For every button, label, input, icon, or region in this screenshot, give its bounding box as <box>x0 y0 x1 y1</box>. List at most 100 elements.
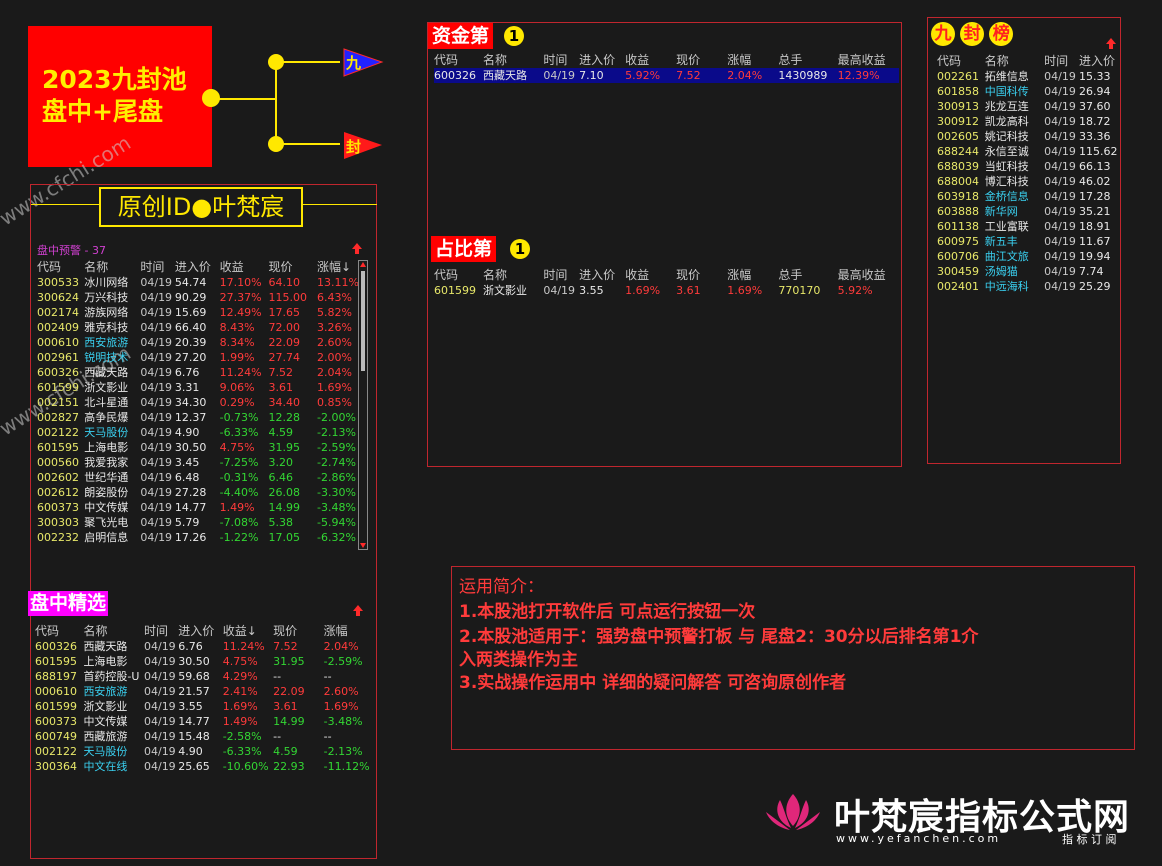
table-row[interactable]: 600326 西藏天路 04/19 6.76 11.24% 7.52 2.04% <box>35 639 370 654</box>
stock-code: 600975 <box>937 235 979 248</box>
column-header[interactable]: 时间 <box>144 624 178 639</box>
table-row[interactable]: 600749 西藏旅游 04/19 15.48 -2.58% -- -- <box>35 729 370 744</box>
column-header[interactable]: 进入价 <box>178 624 222 639</box>
table-row[interactable]: 601595 上海电影 04/19 30.50 4.75% 31.95 -2.59% <box>35 654 370 669</box>
capital-title: 资金第 <box>432 25 490 47</box>
flag-bottom-label: 封 <box>346 138 362 156</box>
stock-code: 600749 <box>35 730 77 743</box>
column-header[interactable]: 时间 <box>1044 54 1079 69</box>
column-header[interactable]: 涨幅↓ <box>317 260 359 275</box>
change-pct: 2.04% <box>317 366 352 379</box>
column-header[interactable]: 名称 <box>83 624 144 639</box>
table-row[interactable]: 603888 新华网 04/19 35.21 <box>937 204 1119 219</box>
table-row[interactable]: 300364 中文在线 04/19 25.65 -10.60% 22.93 -11.12% <box>35 759 370 774</box>
table-row[interactable]: 688197 首药控股-U 04/19 59.68 4.29% -- -- <box>35 669 370 684</box>
table-row[interactable]: 688004 博汇科技 04/19 46.02 <box>937 174 1119 189</box>
table-row[interactable]: 300912 凯龙高科 04/19 18.72 <box>937 114 1119 129</box>
table-row[interactable]: 002232 启明信息 04/19 17.26 -1.22% 17.05 -6.32% <box>37 530 359 545</box>
table-row[interactable]: 300459 汤姆猫 04/19 7.74 <box>937 264 1119 279</box>
column-header[interactable]: 总手 <box>778 53 837 68</box>
column-header[interactable]: 时间 <box>543 268 579 283</box>
column-header[interactable]: 总手 <box>778 268 837 283</box>
creator-banner-text: 原创ID●叶梵宸 <box>117 193 285 221</box>
column-header[interactable]: 收益 <box>625 53 676 68</box>
column-header[interactable]: 收益 <box>625 268 676 283</box>
table-row[interactable]: 600326 西藏天路 04/19 7.10 5.92% 7.52 2.04% 1430989… <box>434 68 899 83</box>
table-row[interactable]: 002151 北斗星通 04/19 34.30 0.29% 34.40 0.85% <box>37 395 359 410</box>
scroll-thumb[interactable] <box>361 271 365 371</box>
column-header[interactable]: 进入价 <box>175 260 220 275</box>
table-row[interactable]: 000610 西安旅游 04/19 20.39 8.34% 22.09 2.60% <box>37 335 359 350</box>
change-pct: -11.12% <box>323 760 370 773</box>
column-header[interactable]: 代码 <box>434 53 483 68</box>
sort-up-icon[interactable] <box>353 605 363 617</box>
scrollbar[interactable] <box>358 260 368 550</box>
sort-up-icon[interactable] <box>352 243 362 255</box>
table-row[interactable]: 600373 中文传媒 04/19 14.77 1.49% 14.99 -3.48% <box>37 500 359 515</box>
column-header[interactable]: 进入价 <box>579 53 625 68</box>
table-row[interactable]: 601595 上海电影 04/19 30.50 4.75% 31.95 -2.59% <box>37 440 359 455</box>
table-row[interactable]: 600373 中文传媒 04/19 14.77 1.49% 14.99 -3.48% <box>35 714 370 729</box>
table-row[interactable]: 002409 雅克科技 04/19 66.40 8.43% 72.00 3.26% <box>37 320 359 335</box>
column-header[interactable]: 代码 <box>937 54 985 69</box>
column-header[interactable]: 代码 <box>37 260 84 275</box>
table-row[interactable]: 300624 万兴科技 04/19 90.29 27.37% 115.00 6.43% <box>37 290 359 305</box>
table-row[interactable]: 688039 当虹科技 04/19 66.13 <box>937 159 1119 174</box>
column-header[interactable]: 涨幅 <box>324 624 370 639</box>
table-row[interactable]: 002827 高争民爆 04/19 12.37 -0.73% 12.28 -2.00% <box>37 410 359 425</box>
profit: 0.29% <box>219 396 255 409</box>
column-header[interactable]: 最高收益 <box>838 268 899 283</box>
scroll-up-icon[interactable] <box>360 262 366 267</box>
column-header[interactable]: 收益↓ <box>223 624 273 639</box>
column-header[interactable]: 现价 <box>273 624 323 639</box>
current-price: 115.00 <box>268 291 308 304</box>
column-header[interactable]: 时间 <box>543 53 579 68</box>
table-row[interactable]: 002174 游族网络 04/19 15.69 12.49% 17.65 5.82% <box>37 305 359 320</box>
sort-up-icon[interactable] <box>1106 38 1116 50</box>
column-header[interactable]: 涨幅 <box>727 53 778 68</box>
column-header[interactable]: 最高收益 <box>838 53 899 68</box>
table-row[interactable]: 688244 永信至诚 04/19 115.62 <box>937 144 1119 159</box>
column-header[interactable]: 名称 <box>483 53 543 68</box>
column-header[interactable]: 收益 <box>220 260 269 275</box>
table-row[interactable]: 603918 金桥信息 04/19 17.28 <box>937 189 1119 204</box>
column-header[interactable]: 现价 <box>676 268 727 283</box>
column-header[interactable]: 名称 <box>483 268 543 283</box>
table-row[interactable]: 002612 朗姿股份 04/19 27.28 -4.40% 26.08 -3.30% <box>37 485 359 500</box>
column-header[interactable]: 代码 <box>434 268 483 283</box>
column-header[interactable]: 现价 <box>269 260 317 275</box>
table-row[interactable]: 000610 西安旅游 04/19 21.57 2.41% 22.09 2.60% <box>35 684 370 699</box>
table-row[interactable]: 600326 西藏天路 04/19 6.76 11.24% 7.52 2.04% <box>37 365 359 380</box>
table-row[interactable]: 600975 新五丰 04/19 11.67 <box>937 234 1119 249</box>
table-row[interactable]: 300533 冰川网络 04/19 54.74 17.10% 64.10 13.11% <box>37 275 359 290</box>
table-row[interactable]: 601599 浙文影业 04/19 3.31 9.06% 3.61 1.69% <box>37 380 359 395</box>
column-header[interactable]: 现价 <box>676 53 727 68</box>
column-header[interactable]: 涨幅 <box>727 268 778 283</box>
table-row[interactable]: 002122 天马股份 04/19 4.90 -6.33% 4.59 -2.13% <box>37 425 359 440</box>
table-row[interactable]: 002961 锐明技术 04/19 27.20 1.99% 27.74 2.00% <box>37 350 359 365</box>
column-header[interactable]: 代码 <box>35 624 83 639</box>
table-row[interactable]: 601138 工业富联 04/19 18.91 <box>937 219 1119 234</box>
flow-diagram <box>212 48 384 159</box>
table-row[interactable]: 002602 世纪华通 04/19 6.48 -0.31% 6.46 -2.86% <box>37 470 359 485</box>
scroll-down-icon[interactable] <box>360 543 366 548</box>
column-header[interactable]: 进入价 <box>1079 54 1119 69</box>
table-row[interactable]: 601599 浙文影业 04/19 3.55 1.69% 3.61 1.69% <box>35 699 370 714</box>
table-row[interactable]: 300303 聚飞光电 04/19 5.79 -7.08% 5.38 -5.94% <box>37 515 359 530</box>
column-header[interactable]: 时间 <box>140 260 175 275</box>
table-row[interactable]: 601599 浙文影业 04/19 3.55 1.69% 3.61 1.69% 770170 5… <box>434 283 899 298</box>
entry-time: 04/19 <box>1044 280 1076 293</box>
table-row[interactable]: 600706 曲江文旅 04/19 19.94 <box>937 249 1119 264</box>
column-header[interactable]: 名称 <box>84 260 140 275</box>
table-row[interactable]: 002605 姚记科技 04/19 33.36 <box>937 129 1119 144</box>
table-row[interactable]: 002122 天马股份 04/19 4.90 -6.33% 4.59 -2.13% <box>35 744 370 759</box>
column-header[interactable]: 名称 <box>985 54 1044 69</box>
table-row[interactable]: 601858 中国科传 04/19 26.94 <box>937 84 1119 99</box>
table-row[interactable]: 002401 中远海科 04/19 25.29 <box>937 279 1119 294</box>
column-header[interactable]: 进入价 <box>579 268 625 283</box>
table-row[interactable]: 002261 拓维信息 04/19 15.33 <box>937 69 1119 84</box>
stock-code: 603888 <box>937 205 979 218</box>
table-row[interactable]: 000560 我爱我家 04/19 3.45 -7.25% 3.20 -2.74% <box>37 455 359 470</box>
table-row[interactable]: 300913 兆龙互连 04/19 37.60 <box>937 99 1119 114</box>
stock-code: 601595 <box>35 655 77 668</box>
